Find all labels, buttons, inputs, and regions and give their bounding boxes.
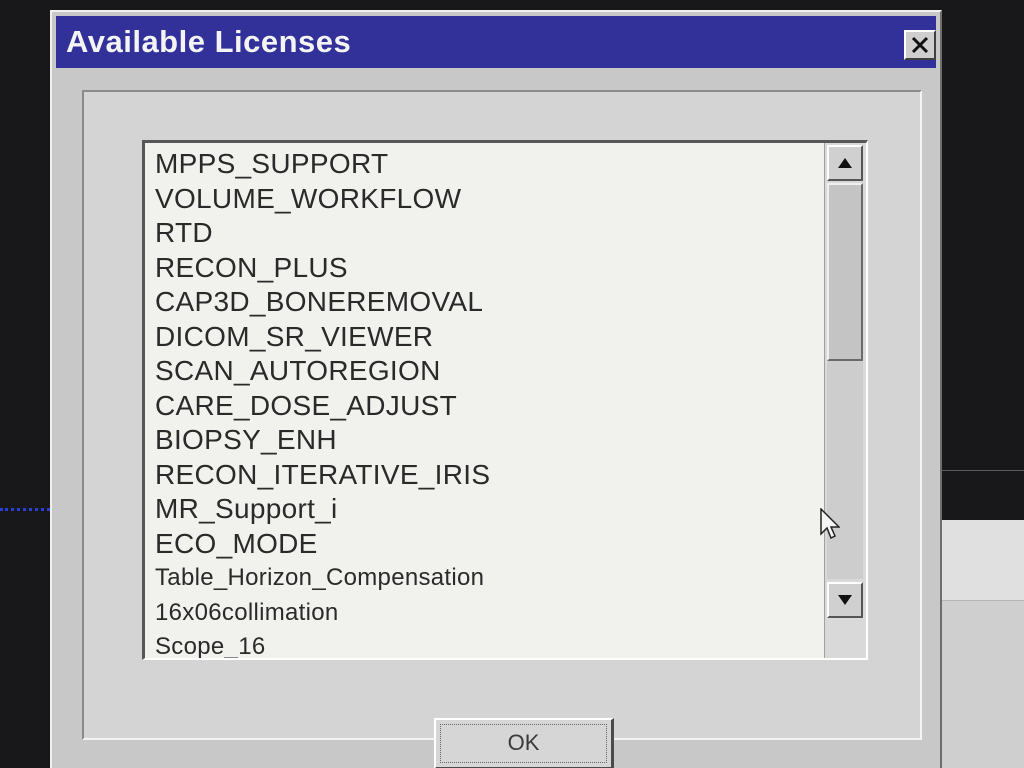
license-list-item[interactable]: SCAN_AUTOREGION xyxy=(155,354,815,389)
scroll-down-button[interactable] xyxy=(827,582,863,618)
license-list-item[interactable]: CARE_DOSE_ADJUST xyxy=(155,389,815,424)
license-list-item[interactable]: RTD xyxy=(155,216,815,251)
license-list-item[interactable]: BIOPSY_ENH xyxy=(155,423,815,458)
license-list-item[interactable]: MR_Support_i xyxy=(155,492,815,527)
dialog-title: Available Licenses xyxy=(66,24,352,59)
license-list-item[interactable]: RECON_PLUS xyxy=(155,251,815,286)
scrollbar-thumb[interactable] xyxy=(827,183,863,361)
license-list-item[interactable]: VOLUME_WORKFLOW xyxy=(155,182,815,217)
license-list-item[interactable]: Scope_16 xyxy=(155,630,815,658)
scroll-up-button[interactable] xyxy=(827,145,863,181)
mouse-pointer-icon xyxy=(820,508,840,540)
close-x-icon xyxy=(911,36,929,54)
license-list-item[interactable]: DICOM_SR_VIEWER xyxy=(155,320,815,355)
licenses-listbox[interactable]: MPPS_SUPPORT VOLUME_WORKFLOW RTD RECON_PLUS… xyxy=(142,140,868,660)
screen-background: Available Licenses MPPS_SUPPORT VOLUME_WO… xyxy=(0,0,1024,768)
arrow-down-icon xyxy=(838,595,852,605)
license-list-item[interactable]: MPPS_SUPPORT xyxy=(155,147,815,182)
license-list-item[interactable]: ECO_MODE xyxy=(155,527,815,562)
ok-button-focus-ring xyxy=(440,724,607,763)
license-list-item[interactable]: CAP3D_BONEREMOVAL xyxy=(155,285,815,320)
arrow-up-icon xyxy=(838,158,852,168)
vertical-scrollbar[interactable] xyxy=(824,143,866,658)
dialog-titlebar[interactable]: Available Licenses xyxy=(56,16,936,68)
license-list-item[interactable]: RECON_ITERATIVE_IRIS xyxy=(155,458,815,493)
licenses-list: MPPS_SUPPORT VOLUME_WORKFLOW RTD RECON_PLUS… xyxy=(155,147,815,658)
licenses-frame: MPPS_SUPPORT VOLUME_WORKFLOW RTD RECON_PLUS… xyxy=(82,90,922,740)
available-licenses-dialog: Available Licenses MPPS_SUPPORT VOLUME_WO… xyxy=(50,10,942,768)
license-list-item[interactable]: Table_Horizon_Compensation xyxy=(155,561,815,596)
ok-button[interactable]: OK xyxy=(434,718,614,768)
license-list-item[interactable]: 16x06collimation xyxy=(155,596,815,631)
close-button[interactable] xyxy=(904,30,936,60)
